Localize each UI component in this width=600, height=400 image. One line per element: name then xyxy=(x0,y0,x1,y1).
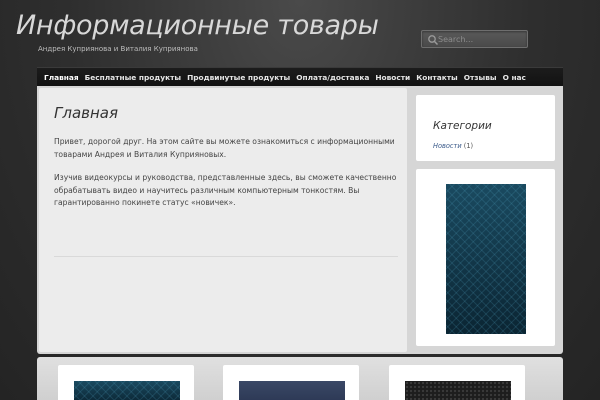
site-title[interactable]: Информационные товары xyxy=(16,10,379,41)
product-card-image[interactable] xyxy=(405,381,511,400)
product-banner-image[interactable] xyxy=(446,184,526,334)
intro-paragraph: Привет, дорогой друг. На этом сайте вы м… xyxy=(54,137,395,159)
description-paragraph: Изучив видеокурсы и руководства, предста… xyxy=(54,173,397,207)
nav-item-free-products[interactable]: Бесплатные продукты xyxy=(82,68,184,87)
nav-item-about[interactable]: О нас xyxy=(500,68,529,87)
category-name[interactable]: Новости xyxy=(433,142,462,150)
category-count: (1) xyxy=(463,142,474,150)
product-card-image[interactable] xyxy=(239,381,345,400)
main-navigation: Главная Бесплатные продукты Продвинутые … xyxy=(37,67,563,86)
categories-title: Категории xyxy=(433,120,492,132)
search-box[interactable] xyxy=(421,30,528,48)
category-link-news[interactable]: Новости (1) xyxy=(433,142,473,150)
nav-item-home[interactable]: Главная xyxy=(41,68,82,87)
site-tagline: Андрея Куприянова и Виталия Куприянова xyxy=(38,45,198,53)
content-divider xyxy=(54,256,398,257)
nav-item-advanced-products[interactable]: Продвинутые продукты xyxy=(184,68,293,87)
nav-item-reviews[interactable]: Отзывы xyxy=(461,68,500,87)
product-card-image[interactable] xyxy=(74,381,180,400)
content-panel xyxy=(39,88,407,352)
page-heading: Главная xyxy=(54,104,118,122)
nav-item-payment-delivery[interactable]: Оплата/доставка xyxy=(293,68,372,87)
nav-item-contacts[interactable]: Контакты xyxy=(413,68,460,87)
nav-item-news[interactable]: Новости xyxy=(372,68,413,87)
search-input[interactable] xyxy=(438,32,526,46)
